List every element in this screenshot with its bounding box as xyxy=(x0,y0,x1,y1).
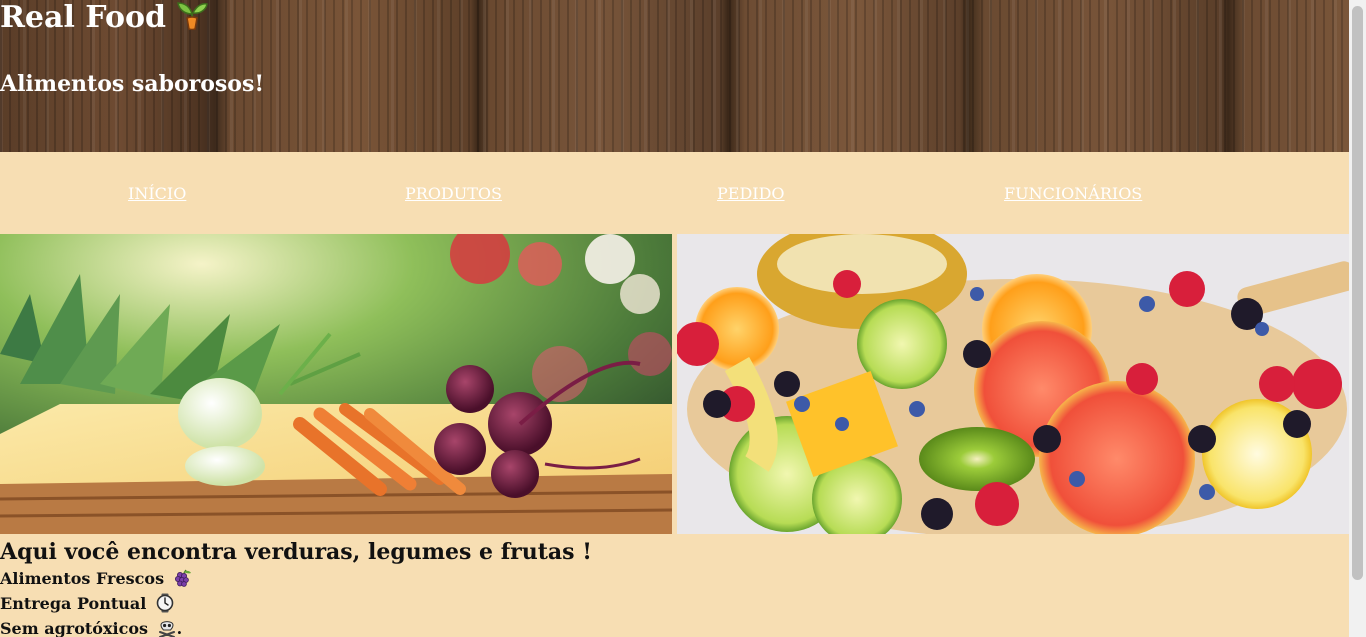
skull-crossbones-icon xyxy=(158,621,175,637)
feature-label: Entrega Pontual xyxy=(0,594,147,613)
feature-suffix: . xyxy=(176,619,183,637)
site-header: Real Food Alimentos saborosos! xyxy=(0,0,1349,152)
fruit-platter-illustration xyxy=(677,234,1349,534)
page-scrollbar[interactable] xyxy=(1349,0,1366,637)
nav-link-pedido[interactable]: PEDIDO xyxy=(717,184,785,203)
feature-no-pesticides: Sem agrotóxicos . xyxy=(0,618,182,637)
feature-on-time-delivery: Entrega Pontual xyxy=(0,593,175,613)
site-subtitle: Alimentos saborosos! xyxy=(0,71,264,97)
watch-icon xyxy=(156,593,174,613)
intro-heading: Aqui você encontra verduras, legumes e f… xyxy=(0,539,592,565)
vegetable-basket-photo xyxy=(0,234,672,534)
fruit-platter-photo xyxy=(677,234,1349,534)
grapes-icon xyxy=(174,569,191,587)
feature-label: Sem agrotóxicos xyxy=(0,619,148,637)
site-title-text: Real Food xyxy=(0,0,166,35)
nav-link-funcionarios[interactable]: FUNCIONÁRIOS xyxy=(1004,184,1142,203)
sprout-icon xyxy=(177,2,208,30)
nav-link-produtos[interactable]: PRODUTOS xyxy=(405,184,502,203)
scrollbar-thumb[interactable] xyxy=(1352,6,1363,580)
feature-fresh-food: Alimentos Frescos xyxy=(0,568,193,588)
vegetable-basket-illustration xyxy=(0,234,672,534)
feature-label: Alimentos Frescos xyxy=(0,569,165,588)
site-title: Real Food xyxy=(0,0,208,36)
nav-link-inicio[interactable]: INÍCIO xyxy=(128,184,186,203)
main-nav: INÍCIO PRODUTOS PEDIDO FUNCIONÁRIOS xyxy=(0,152,1349,234)
photo-gallery xyxy=(0,234,1349,534)
page: Real Food Alimentos saborosos! INÍCIO PR… xyxy=(0,0,1349,637)
